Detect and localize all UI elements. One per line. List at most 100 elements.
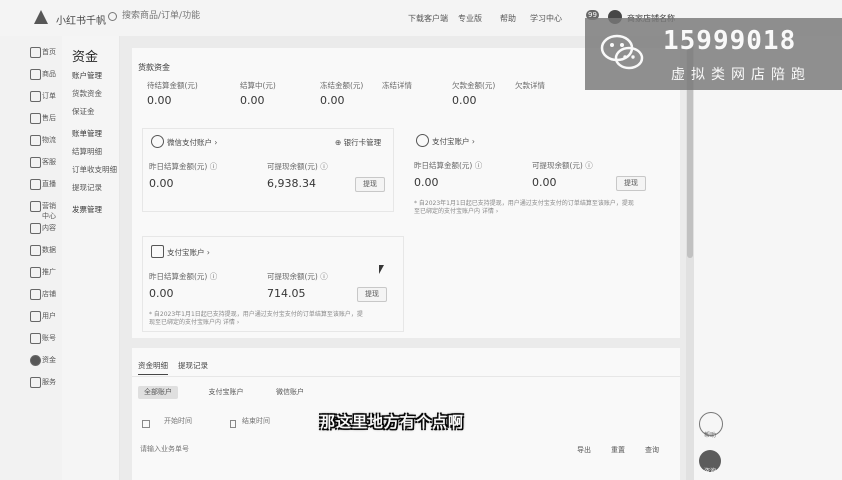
order-number-input[interactable] — [138, 444, 262, 454]
tab-withdraw-records[interactable]: 提现记录 — [178, 360, 208, 371]
store-icon — [30, 289, 41, 300]
app-logo[interactable]: 小红书千帆 — [8, 8, 108, 28]
download-client-link[interactable]: 下载客户端 — [408, 13, 448, 24]
tab-fund-details[interactable]: 资金明细 — [138, 360, 168, 375]
subnav-deposit[interactable]: 保证金 — [72, 106, 95, 117]
yesterday-settle-label: 昨日结算金额(元) ⓘ — [414, 161, 483, 170]
sidebar-item-marketing[interactable]: 营销中心 — [0, 196, 62, 220]
withdraw-button[interactable]: 提现 — [355, 177, 385, 192]
end-date-input[interactable] — [240, 416, 304, 426]
account-note[interactable]: 现至已绑定的支付宝账户内 详情 › — [149, 319, 239, 327]
date-separator-icon — [230, 420, 236, 428]
stat-label: 待结算金额(元) — [147, 81, 198, 90]
start-date-input[interactable] — [162, 416, 226, 426]
sidebar-item-label: 服务 — [42, 378, 56, 386]
alipay-icon — [416, 134, 429, 147]
video-watermark: 15999018 虚拟类网店陪跑 — [585, 18, 842, 90]
sidebar-item-live[interactable]: 直播 — [0, 174, 62, 194]
account-note[interactable]: 至已绑定的支付宝账户内 详情 › — [414, 208, 498, 216]
home-icon — [30, 47, 41, 58]
section-title: 货款资金 — [138, 63, 170, 72]
subnav-bill-management[interactable]: 账单管理 — [72, 128, 102, 139]
bank-card-manage-link[interactable]: ⊕ 银行卡管理 — [335, 137, 381, 148]
sidebar-item-label: 推广 — [42, 268, 56, 276]
stat-value: 0.00 — [147, 94, 172, 107]
sidebar-item-product[interactable]: 商品 — [0, 64, 62, 84]
subnav-invoice-management[interactable]: 发票管理 — [72, 204, 102, 215]
wechat-logo-icon — [600, 34, 644, 70]
available-balance-value: 714.05 — [267, 287, 306, 300]
promo-icon — [30, 267, 41, 278]
filter-wechat-account[interactable]: 微信账户 — [270, 386, 310, 399]
divider — [132, 376, 680, 377]
account-name[interactable]: 支付宝账户 › — [432, 136, 475, 147]
debt-details-link[interactable]: 欠款详情 — [515, 80, 545, 91]
pro-version-link[interactable]: 专业版 — [458, 13, 482, 24]
yesterday-settle-value: 0.00 — [149, 177, 174, 190]
sidebar-item-label: 商品 — [42, 70, 56, 78]
subnav-account-management[interactable]: 账户管理 — [72, 70, 102, 81]
live-icon — [30, 179, 41, 190]
account-name[interactable]: 微信支付账户 › — [167, 137, 217, 148]
help-link[interactable]: 帮助 — [500, 13, 516, 24]
sidebar-item-label: 用户 — [42, 312, 56, 320]
yesterday-settle-label: 昨日结算金额(元) ⓘ — [149, 162, 218, 171]
sub-navigation: 资金 账户管理 货款资金 保证金 账单管理 结算明细 订单收支明细 提现记录 发… — [62, 36, 120, 480]
subnav-payment-funds[interactable]: 货款资金 — [72, 88, 102, 99]
subnav-withdraw-records[interactable]: 提现记录 — [72, 182, 102, 193]
sidebar-item-label: 售后 — [42, 114, 56, 122]
sidebar-item-label: 直播 — [42, 180, 56, 188]
calendar-icon — [142, 420, 150, 428]
sidebar-item-account[interactable]: 账号 — [0, 328, 62, 348]
help-button-label[interactable]: 帮助 — [704, 430, 716, 439]
sidebar-item-funds[interactable]: 资金 — [0, 350, 62, 370]
global-search[interactable] — [108, 10, 323, 26]
order-icon — [30, 91, 41, 102]
sidebar-item-label: 账号 — [42, 334, 56, 342]
sidebar-item-label: 店铺 — [42, 290, 56, 298]
sidebar-item-order[interactable]: 订单 — [0, 86, 62, 106]
sidebar-item-home[interactable]: 首页 — [0, 42, 62, 62]
available-balance-label: 可提现余额(元) ⓘ — [267, 272, 328, 281]
consult-button-label[interactable]: 咨询 — [704, 466, 716, 475]
app-name: 小红书千帆 — [56, 16, 106, 27]
available-balance-label: 可提现余额(元) ⓘ — [267, 162, 328, 171]
video-subtitle: 那这里地方有个点啊 — [320, 413, 465, 431]
sidebar-item-store[interactable]: 店铺 — [0, 284, 62, 304]
sidebar-item-label: 内容 — [42, 224, 56, 232]
withdraw-button[interactable]: 提现 — [357, 287, 387, 302]
frozen-details-link[interactable]: 冻结详情 — [382, 80, 412, 91]
sidebar-item-promo[interactable]: 推广 — [0, 262, 62, 282]
sidebar-item-logistics[interactable]: 物流 — [0, 130, 62, 150]
subnav-settlement-details[interactable]: 结算明细 — [72, 146, 102, 157]
page-scrollbar[interactable] — [686, 36, 694, 480]
filter-alipay-account[interactable]: 支付宝账户 — [200, 386, 252, 399]
sidebar-item-user[interactable]: 用户 — [0, 306, 62, 326]
filter-all-accounts[interactable]: 全部账户 — [138, 386, 178, 399]
search-icon — [108, 12, 117, 21]
sidebar-item-data[interactable]: 数据 — [0, 240, 62, 260]
sidebar-item-service-market[interactable]: 服务 — [0, 372, 62, 392]
aftersale-icon — [30, 113, 41, 124]
main-sidebar: 首页 商品 订单 售后 物流 客服 直播 营销中心 内容 数据 推广 店铺 用户… — [0, 36, 62, 480]
search-input[interactable] — [120, 10, 319, 22]
alipay-account-card-2: 支付宝账户 › 昨日结算金额(元) ⓘ 0.00 可提现余额(元) ⓘ 714.… — [142, 236, 404, 332]
account-name[interactable]: 支付宝账户 › — [167, 247, 210, 258]
sidebar-item-aftersale[interactable]: 售后 — [0, 108, 62, 128]
service-market-icon — [30, 377, 41, 388]
learning-center-link[interactable]: 学习中心 — [530, 13, 562, 24]
sidebar-item-service[interactable]: 客服 — [0, 152, 62, 172]
withdraw-button[interactable]: 提现 — [616, 176, 646, 191]
sidebar-item-label: 订单 — [42, 92, 56, 100]
query-button[interactable]: 查询 — [640, 444, 664, 457]
export-button[interactable]: 导出 — [572, 444, 596, 457]
logo-icon — [34, 10, 48, 24]
sidebar-item-content[interactable]: 内容 — [0, 218, 62, 238]
stat-label: 结算中(元) — [240, 81, 276, 90]
stat-label: 冻结金额(元) — [320, 81, 364, 90]
watermark-number: 15999018 — [663, 26, 797, 56]
service-icon — [30, 157, 41, 168]
alipay-icon — [151, 245, 164, 258]
subnav-order-details[interactable]: 订单收支明细 — [72, 164, 117, 175]
reset-button[interactable]: 重置 — [606, 444, 630, 457]
